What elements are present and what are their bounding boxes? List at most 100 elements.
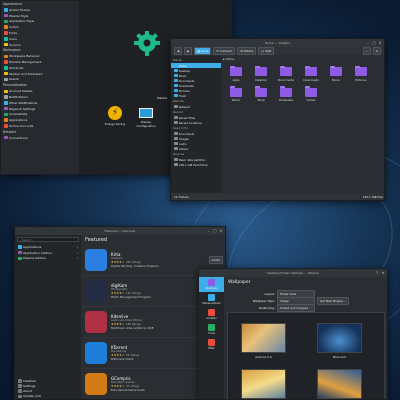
display-icon — [139, 108, 153, 118]
settings-item-icon — [4, 101, 8, 105]
folder-item[interactable]: Pictures — [351, 65, 371, 82]
discover-bottom-item[interactable]: Update (14) — [15, 394, 81, 399]
folder-item[interactable]: Temp — [251, 86, 271, 102]
display-config-tile[interactable]: Display Configuration — [131, 106, 161, 128]
wallpaper-thumb[interactable] — [241, 323, 286, 353]
settings-logo-icon — [134, 31, 160, 56]
discover-search[interactable]: ⌕ Search... — [17, 237, 79, 242]
folder-item[interactable]: Templates — [276, 86, 296, 102]
minimize-icon[interactable]: – — [366, 41, 370, 45]
place-label: 226.1 GiB Hard Drive — [179, 162, 208, 167]
ds-nav-icon — [208, 309, 215, 316]
close-icon[interactable]: ✕ — [378, 41, 382, 45]
folder-icon — [330, 65, 342, 76]
ds-nav-icon — [208, 294, 215, 301]
breadcrumb[interactable]: ▸ Home — [223, 57, 234, 61]
folder-label: Documents — [278, 77, 294, 82]
discover-bottom-icon — [18, 394, 22, 399]
place-icon — [174, 68, 178, 73]
ds-nav-item[interactable]: Location — [199, 307, 224, 322]
position-select[interactable]: Scaled and Cropped — [277, 304, 315, 312]
wallpaper-thumb[interactable] — [317, 323, 362, 353]
discover-window: Featured — Discover – ▢ ✕ ⌕ Search... Appl… — [14, 226, 226, 400]
layout-label: Layout: — [264, 291, 275, 296]
folder-item[interactable]: Documents — [276, 65, 296, 82]
folder-item[interactable]: Apps — [226, 65, 246, 82]
compact-icon: ☰ — [216, 49, 219, 53]
settings-item-label: Startup and Shutdown — [9, 71, 43, 76]
minimize-icon[interactable]: – — [207, 229, 211, 233]
settings-item-label: Online Accounts — [9, 123, 34, 128]
toolbar-split-button[interactable]: ◫ Split — [258, 47, 275, 55]
discover-nav-icon — [18, 256, 22, 261]
folder-item[interactable]: Downloads — [301, 65, 321, 82]
toolbar-icons-button[interactable]: ▦ Icons — [194, 47, 212, 55]
close-icon[interactable]: ✕ — [219, 229, 223, 233]
dolphin-title: Home — Dolphin — [264, 41, 291, 45]
settings-item-icon — [4, 112, 8, 117]
settings-item-icon — [4, 25, 8, 29]
toolbar-forward-button[interactable]: ▶ — [184, 47, 193, 55]
ds-nav-item[interactable]: Mouse Actions — [199, 292, 224, 307]
ds-nav-item[interactable]: Wallpaper — [199, 277, 224, 292]
folder-label: Desktop — [255, 77, 267, 82]
settings-item-label: Icons — [9, 36, 17, 41]
close-icon[interactable]: ✕ — [381, 271, 385, 275]
folder-icon — [255, 86, 267, 97]
ds-nav-item[interactable]: Filter — [199, 337, 224, 352]
folder-label: Downloads — [303, 77, 319, 82]
settings-item-icon — [4, 77, 8, 82]
dolphin-titlebar: Home — Dolphin – ▢ ✕ — [171, 39, 384, 47]
wallpaper-thumb[interactable] — [317, 369, 362, 399]
maximize-icon[interactable]: ▢ — [372, 41, 376, 45]
discover-nav-icon — [18, 250, 22, 255]
get-new-plugins-button[interactable]: Get New Plugins... — [317, 297, 349, 305]
place-label: Recent Files — [179, 115, 196, 120]
places-item[interactable]: 226.1 GiB Hard Drive — [171, 162, 221, 167]
chevron-right-icon: › — [76, 256, 78, 261]
settings-item-label: Colors — [9, 25, 19, 30]
help-icon[interactable]: ? — [375, 271, 379, 275]
wallpaper-thumb[interactable] — [241, 369, 286, 399]
folder-grid: Apps Desktop Documents Downloads Music Pictur… — [226, 65, 384, 102]
folder-item[interactable]: Music — [326, 65, 346, 82]
desktop-settings-nav: Wallpaper Mouse Actions Location Icons Filte… — [199, 277, 224, 399]
settings-nav-item[interactable]: Connections — [1, 135, 79, 141]
folder-item[interactable]: Desktop — [251, 65, 271, 82]
place-icon — [174, 73, 178, 78]
folder-icon — [230, 65, 242, 76]
toolbar-details-button[interactable]: ≣ Details — [237, 47, 257, 55]
energy-saving-tile[interactable]: ⚡ Energy Saving — [101, 106, 129, 126]
display-config-label: Display Configuration — [136, 120, 156, 128]
discover-title: Featured — Discover — [104, 229, 136, 233]
toolbar-menu-button[interactable]: ≡ — [372, 47, 381, 55]
toolbar-search-button[interactable]: ⌕ — [363, 47, 371, 55]
settings-item-icon — [4, 13, 8, 18]
dolphin-toolbar: ◀ ▶ ▦ Icons ☰ Compact ≣ Details ◫ Split ⌕ ≡ — [171, 47, 384, 55]
folder-item[interactable]: Public — [226, 86, 246, 102]
toolbar-back-button[interactable]: ◀ — [174, 47, 183, 55]
ds-nav-label: Wallpaper — [205, 287, 218, 290]
place-label: Audio — [179, 141, 187, 146]
folder-item[interactable]: Vidoes — [301, 86, 321, 102]
type-label: Wallpaper Type: — [252, 298, 275, 303]
settings-item-icon — [4, 106, 8, 111]
settings-item-icon — [4, 124, 8, 128]
discover-nav-item[interactable]: Plasma Addons › — [15, 256, 81, 262]
discover-sidebar: ⌕ Search... Applications › Application Add… — [15, 235, 81, 399]
toolbar-label: Split — [265, 49, 272, 53]
settings-item-icon — [4, 37, 8, 41]
install-button[interactable]: Install — [208, 256, 223, 264]
place-icon — [174, 115, 178, 120]
wallpaper-heading: Wallpaper — [228, 280, 251, 285]
settings-item-label: Plasma Style — [9, 13, 29, 18]
app-icon — [85, 280, 107, 302]
toolbar-compact-button[interactable]: ☰ Compact — [213, 47, 236, 55]
maximize-icon[interactable]: ▢ — [213, 229, 217, 233]
place-label: Documents — [179, 78, 195, 83]
settings-item-label: Window Management — [9, 60, 42, 65]
ds-nav-item[interactable]: Icons — [199, 322, 224, 337]
place-label: Network — [179, 104, 191, 109]
places-panel: Places Home Desktop Music Documents Downloads… — [171, 56, 221, 194]
split-icon: ◫ — [261, 49, 265, 53]
